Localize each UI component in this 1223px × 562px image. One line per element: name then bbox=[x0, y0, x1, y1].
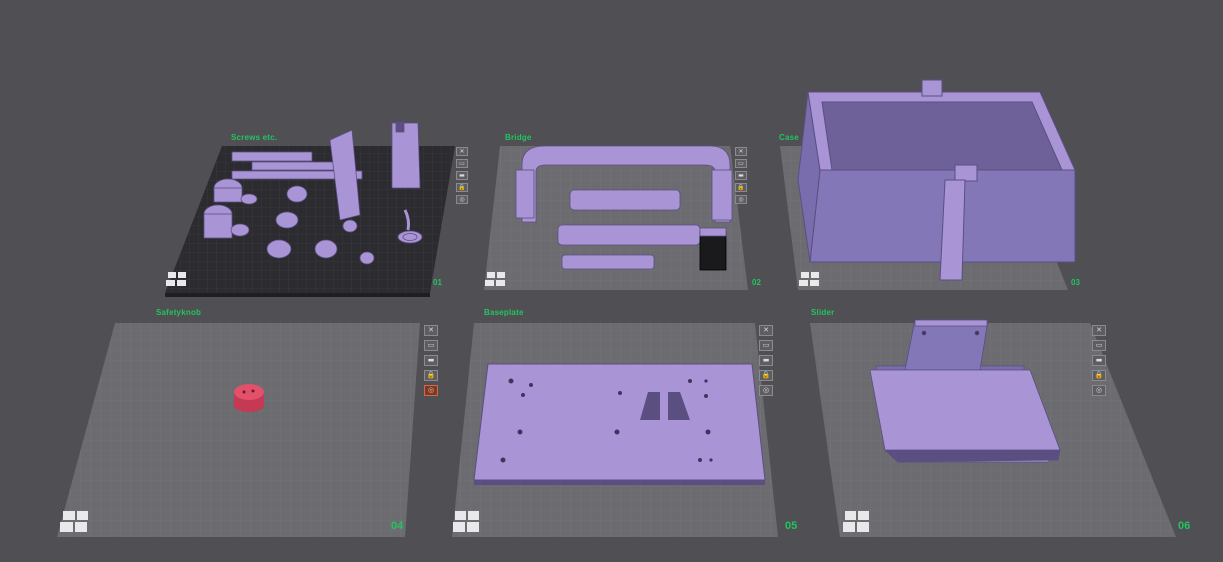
arrange-icon[interactable]: ▭ bbox=[1092, 340, 1106, 351]
close-icon[interactable]: ✕ bbox=[759, 325, 773, 336]
plate-number-03: 03 bbox=[1071, 278, 1080, 287]
lock-icon[interactable]: 🔒 bbox=[735, 183, 747, 192]
arrange-icon[interactable]: ▭ bbox=[759, 340, 773, 351]
plate-number-01: 01 bbox=[433, 278, 442, 287]
arrange-icon[interactable]: ▭ bbox=[456, 159, 468, 168]
plate-number-05: 05 bbox=[785, 520, 798, 532]
settings-icon[interactable]: ◎ bbox=[1092, 385, 1106, 396]
build-plate-04[interactable] bbox=[57, 323, 420, 537]
plate-tools-06: ✕ ▭ ▬ 🔒 ◎ bbox=[1092, 325, 1106, 396]
lock-icon[interactable]: 🔒 bbox=[424, 370, 438, 381]
lock-icon[interactable]: 🔒 bbox=[759, 370, 773, 381]
lock-icon[interactable]: 🔒 bbox=[456, 183, 468, 192]
plate-tools-05: ✕ ▭ ▬ 🔒 ◎ bbox=[759, 325, 773, 396]
close-icon[interactable]: ✕ bbox=[735, 147, 747, 156]
plate-label-02[interactable]: Bridge bbox=[505, 133, 532, 142]
plate-label-03[interactable]: Case bbox=[779, 133, 799, 142]
plate-label-05[interactable]: Baseplate bbox=[484, 308, 524, 317]
orient-icon[interactable]: ▬ bbox=[735, 171, 747, 180]
plate-label-06[interactable]: Slider bbox=[811, 308, 834, 317]
arrange-icon[interactable]: ▭ bbox=[424, 340, 438, 351]
plate-tools-04: ✕ ▭ ▬ 🔒 ◎ bbox=[424, 325, 438, 396]
close-icon[interactable]: ✕ bbox=[424, 325, 438, 336]
plate-tools-01: ✕ ▭ ▬ 🔒 ◎ bbox=[456, 147, 468, 204]
plate-tools-02: ✕ ▭ ▬ 🔒 ◎ bbox=[735, 147, 747, 204]
model-baseplate[interactable] bbox=[473, 363, 766, 485]
orient-icon[interactable]: ▬ bbox=[1092, 355, 1106, 366]
orient-icon[interactable]: ▬ bbox=[424, 355, 438, 366]
close-icon[interactable]: ✕ bbox=[456, 147, 468, 156]
arrange-icon[interactable]: ▭ bbox=[735, 159, 747, 168]
plate-label-01[interactable]: Screws etc. bbox=[231, 133, 277, 142]
settings-icon[interactable]: ◎ bbox=[759, 385, 773, 396]
orient-icon[interactable]: ▬ bbox=[456, 171, 468, 180]
lock-icon[interactable]: 🔒 bbox=[1092, 370, 1106, 381]
close-icon[interactable]: ✕ bbox=[1092, 325, 1106, 336]
settings-icon[interactable]: ◎ bbox=[456, 195, 468, 204]
plate-label-04[interactable]: Safetyknob bbox=[156, 308, 201, 317]
plate-number-02: 02 bbox=[752, 278, 761, 287]
settings-icon[interactable]: ◎ bbox=[735, 195, 747, 204]
orient-icon[interactable]: ▬ bbox=[759, 355, 773, 366]
plate-number-04: 04 bbox=[391, 520, 404, 532]
3d-viewport[interactable] bbox=[0, 0, 1223, 562]
model-safetyknob[interactable] bbox=[234, 384, 264, 412]
plate-number-06: 06 bbox=[1178, 520, 1191, 532]
settings-icon[interactable]: ◎ bbox=[424, 385, 438, 396]
model-case[interactable] bbox=[797, 79, 1076, 281]
